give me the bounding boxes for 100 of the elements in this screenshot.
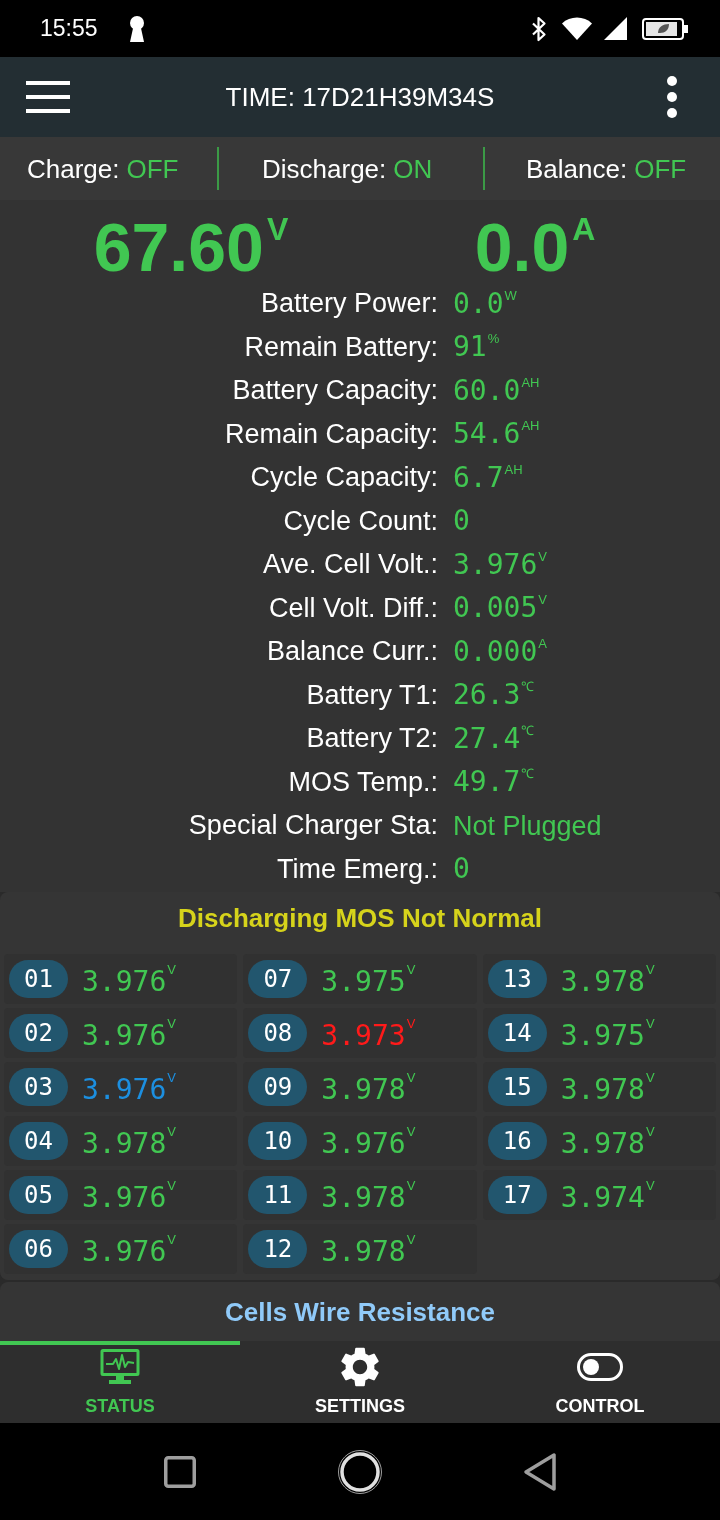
stat-value: 0.000 <box>453 635 538 668</box>
stat-value: 0.005 <box>453 592 538 625</box>
wire-resistance-button[interactable]: Cells Wire Resistance <box>0 1282 720 1341</box>
stat-value: Not Plugged <box>453 809 602 842</box>
cell-number-badge: 17 <box>487 1176 547 1214</box>
stat-label: Ave. Cell Volt.: <box>261 551 438 579</box>
cell-number-badge: 16 <box>487 1122 547 1160</box>
unit-label: V <box>406 963 416 976</box>
cell-voltage: 3.975 <box>321 966 406 998</box>
cell-number-badge: 01 <box>9 960 68 998</box>
cell-voltage: 3.976 <box>82 1182 167 1214</box>
unit-label: V <box>645 963 655 976</box>
switch-state: OFF <box>634 155 687 182</box>
monitor-pulse-icon <box>100 1349 140 1385</box>
stat-value: 6.7 <box>453 461 504 494</box>
app-title: TIME: 17D21H39M34S <box>225 84 495 110</box>
switch-label: Discharge: <box>262 155 387 182</box>
cell-number-badge: 15 <box>487 1068 547 1106</box>
unit-label: ℃ <box>521 680 535 694</box>
nav-tab[interactable]: CONTROL <box>480 1341 720 1423</box>
cell-number-badge: 03 <box>9 1068 68 1106</box>
battery-icon <box>641 17 688 40</box>
cell-number-badge: 06 <box>9 1230 68 1268</box>
clock-time: 15:55 <box>40 17 98 40</box>
stat-value: 60.0 <box>453 374 521 407</box>
settings-icon <box>340 1347 380 1387</box>
unit-label: A <box>538 636 547 650</box>
keyhole-icon <box>127 15 146 42</box>
stat-value: 26.3 <box>453 679 521 712</box>
unit-label: V <box>167 1233 176 1246</box>
cell-voltage: 3.976 <box>82 1020 167 1052</box>
cell-voltage: 3.978 <box>321 1182 406 1214</box>
unit-label: V <box>167 1179 176 1192</box>
stat-value: 0 <box>453 505 470 538</box>
signal-icon <box>603 17 627 40</box>
stat-value: 54.6 <box>453 418 521 451</box>
stat-value: 91 <box>453 331 487 364</box>
unit-label: V <box>538 593 547 607</box>
stat-value: 49.7 <box>453 766 521 799</box>
unit-label: V <box>266 213 289 245</box>
cell-number-badge: 05 <box>9 1176 68 1214</box>
stat-label: Time Emerg.: <box>275 855 438 883</box>
cell-voltage: 3.978 <box>560 1128 645 1160</box>
stat-label: Cycle Count: <box>282 507 438 535</box>
unit-label: V <box>167 1125 176 1138</box>
switch-label: Balance: <box>526 155 628 182</box>
cell-number-badge: 14 <box>487 1014 547 1052</box>
unit-label: ℃ <box>521 723 535 737</box>
switch-state: OFF <box>126 155 179 182</box>
back-icon[interactable] <box>523 1451 557 1492</box>
stat-label: Battery Power: <box>259 290 438 318</box>
unit-label: V <box>167 963 176 976</box>
unit-label: V <box>645 1179 655 1192</box>
stat-label: Battery T2: <box>305 725 438 753</box>
unit-label: A <box>572 213 596 245</box>
stat-value: 0 <box>453 853 470 886</box>
stat-value: 0.0 <box>453 287 504 320</box>
unit-label: V <box>645 1125 655 1138</box>
recents-icon[interactable] <box>164 1455 196 1488</box>
cell-number-badge: 09 <box>248 1068 308 1106</box>
stat-label: Special Charger Sta: <box>187 812 438 840</box>
nav-tab[interactable]: SETTINGS <box>240 1341 480 1423</box>
unit-label: ℃ <box>521 767 535 781</box>
toggle-icon <box>577 1353 623 1381</box>
unit-label: V <box>406 1125 416 1138</box>
cell-voltage: 3.978 <box>321 1074 406 1106</box>
stat-label: MOS Temp.: <box>287 768 438 796</box>
menu-icon[interactable] <box>26 81 70 113</box>
cell-voltage: 3.974 <box>560 1182 645 1214</box>
unit-label: V <box>538 549 547 563</box>
cell-number-badge: 04 <box>9 1122 68 1160</box>
cell-voltage: 3.973 <box>321 1020 406 1052</box>
cell-voltage: 3.976 <box>321 1128 406 1160</box>
reading-value: 67.60 <box>93 218 264 276</box>
unit-label: V <box>406 1179 416 1192</box>
unit-label: % <box>487 332 500 346</box>
unit-label: AH <box>504 462 523 476</box>
cell-voltage: 3.975 <box>560 1020 645 1052</box>
unit-label: V <box>406 1233 416 1246</box>
cell-voltage: 3.976 <box>82 1074 167 1106</box>
cell-number-badge: 08 <box>248 1014 308 1052</box>
stat-label: Battery Capacity: <box>231 377 438 405</box>
cell-voltage: 3.976 <box>82 1236 167 1268</box>
more-icon[interactable] <box>667 76 677 118</box>
stat-label: Battery T1: <box>305 681 438 709</box>
cell-number-badge: 13 <box>487 960 547 998</box>
home-icon[interactable] <box>338 1449 382 1494</box>
reading-value: 0.0 <box>474 218 570 276</box>
wifi-icon <box>561 17 592 40</box>
cell-number-badge: 11 <box>248 1176 308 1214</box>
cell-voltage: 3.978 <box>560 966 645 998</box>
stat-value: 27.4 <box>453 722 521 755</box>
stat-label: Remain Capacity: <box>223 420 438 448</box>
unit-label: W <box>504 288 517 302</box>
unit-label: AH <box>521 375 540 389</box>
unit-label: V <box>167 1017 176 1030</box>
alert-text: Discharging MOS Not Normal <box>177 905 542 931</box>
cell-voltage: 3.978 <box>321 1236 406 1268</box>
unit-label: V <box>645 1017 655 1030</box>
bluetooth-icon <box>530 15 547 42</box>
